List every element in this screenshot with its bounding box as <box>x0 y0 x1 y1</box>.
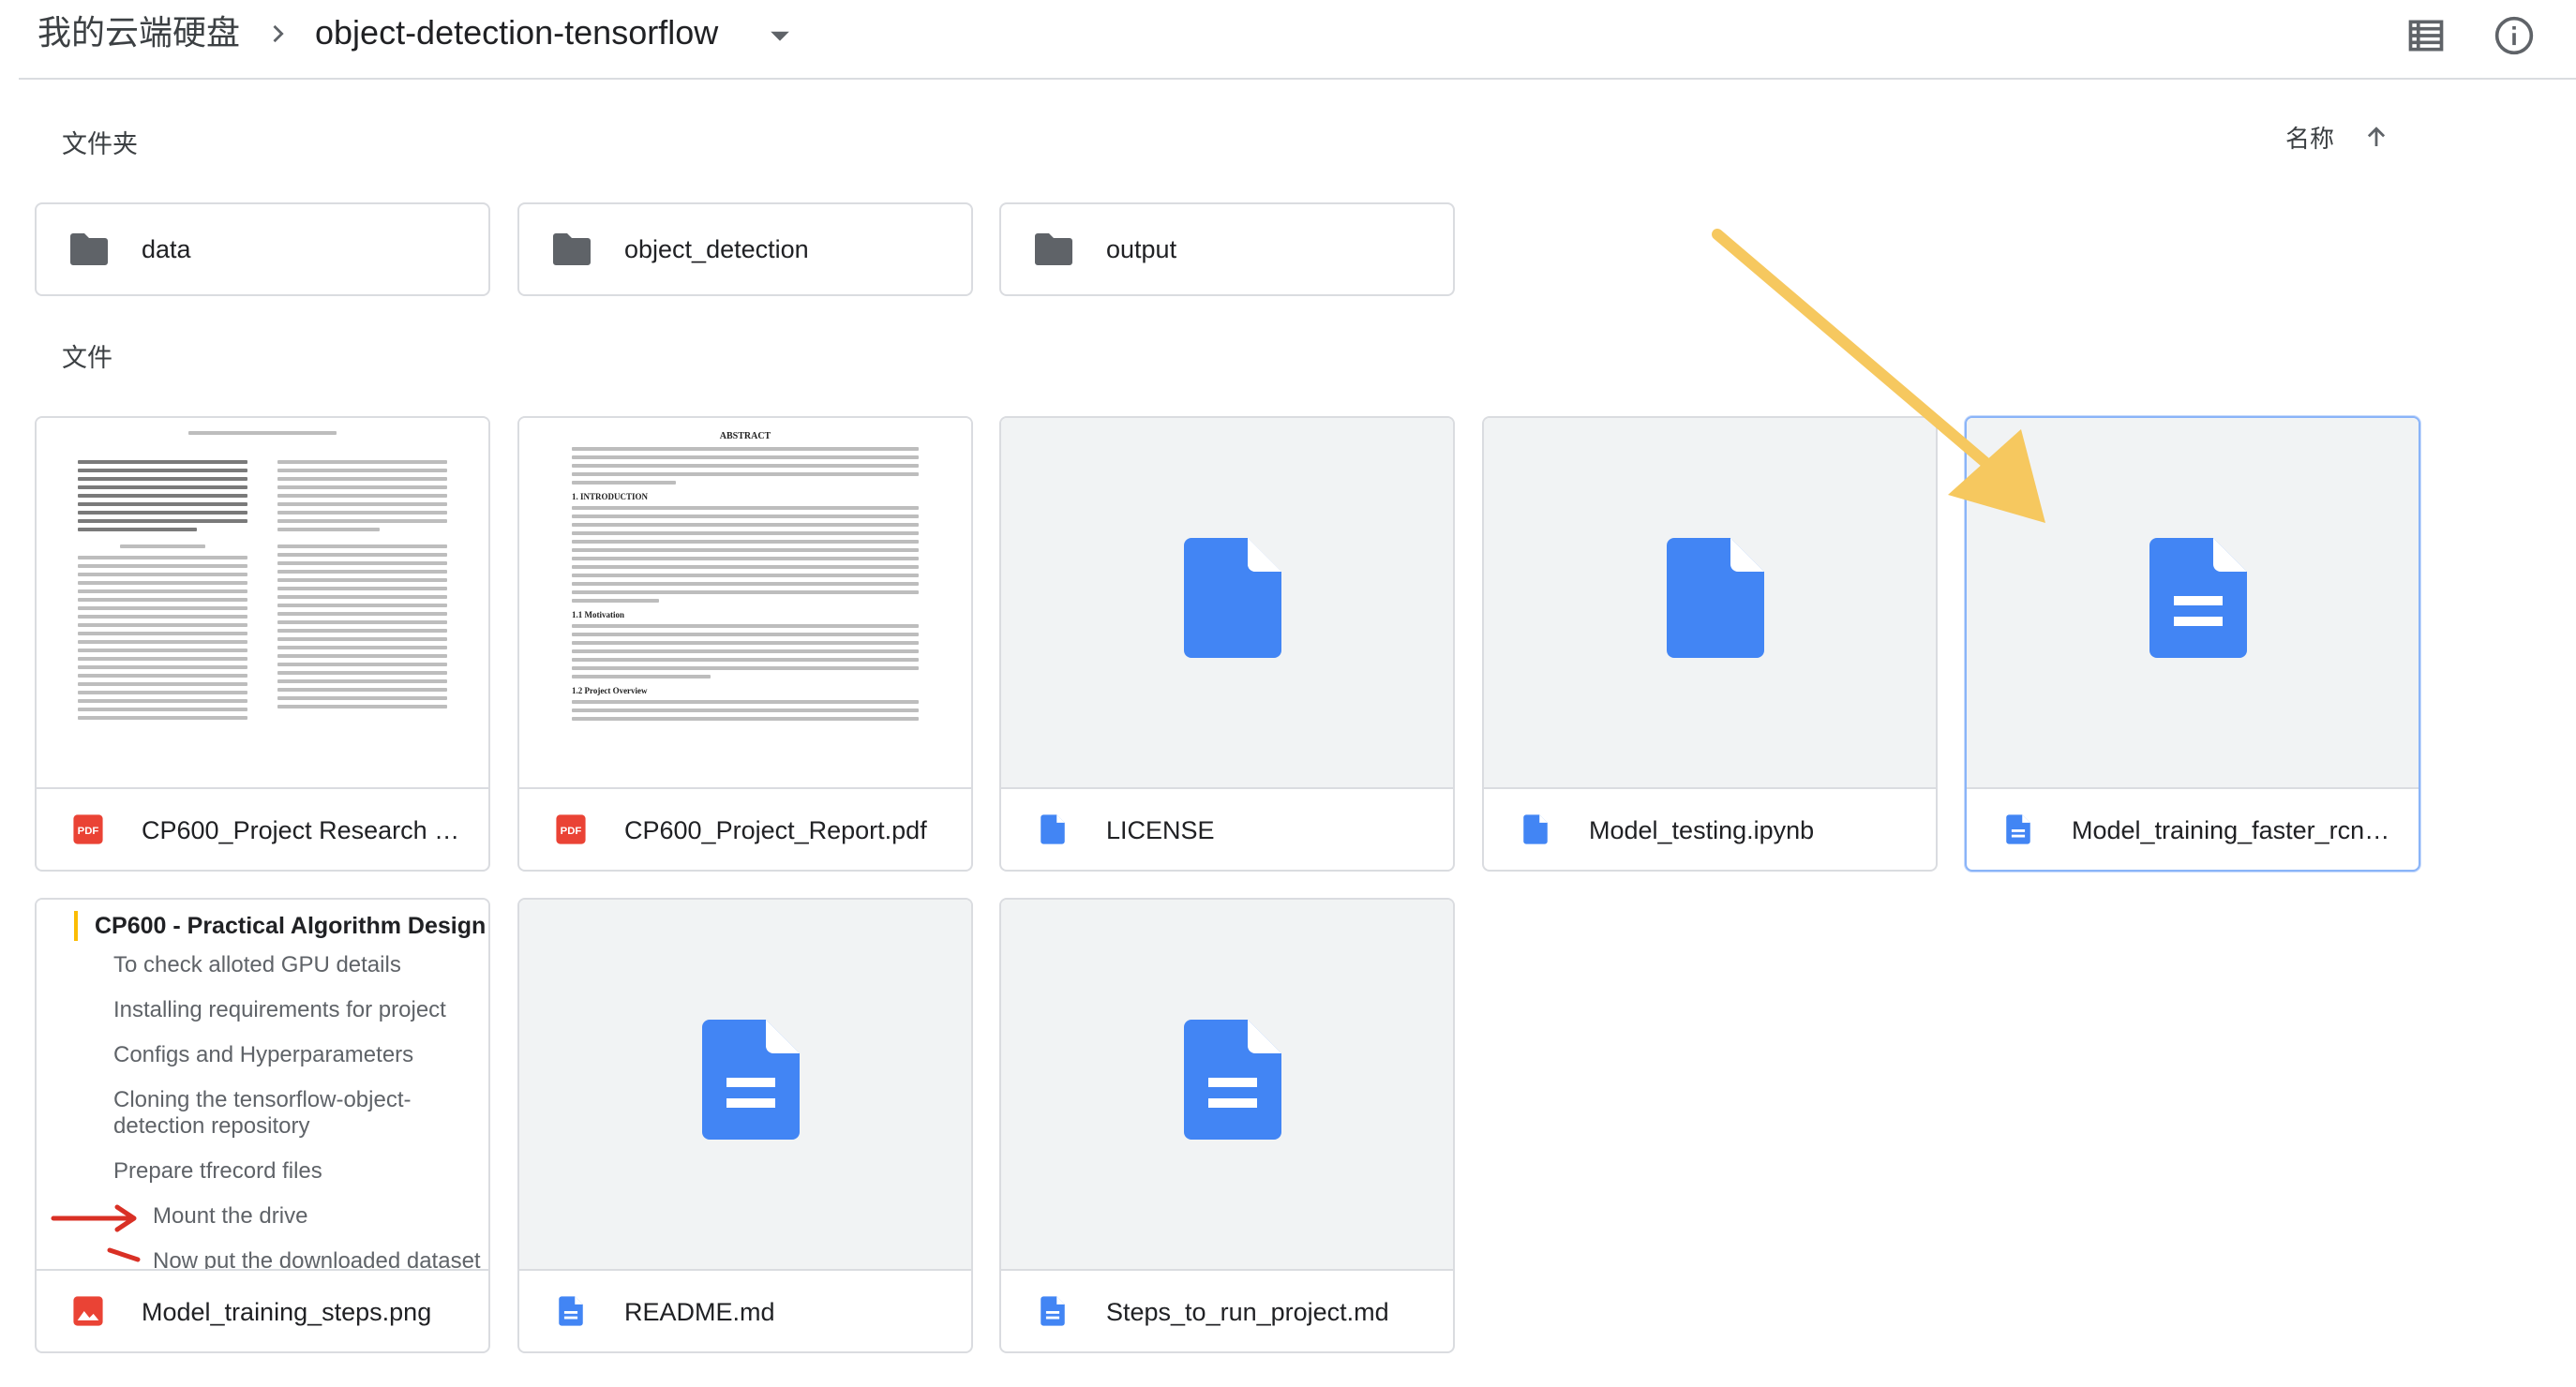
file-label: Model_testing.ipynb <box>1589 816 1815 844</box>
red-arrow-annotation <box>51 1204 137 1232</box>
pdf-thumbnail <box>37 418 488 787</box>
steps-thumb-item: Prepare tfrecord files <box>113 1158 322 1184</box>
file-card-research-paper[interactable]: PDF CP600_Project Research Pa... <box>35 416 490 872</box>
file-thumbnail <box>1001 900 1453 1269</box>
folder-output[interactable]: output <box>999 202 1455 296</box>
image-icon <box>73 1296 103 1326</box>
steps-thumb-item: Mount the drive <box>153 1203 308 1229</box>
docs-icon <box>1041 1296 1065 1326</box>
breadcrumb-current-folder[interactable]: object-detection-tensorflow <box>315 9 718 56</box>
file-thumbnail <box>519 900 971 1269</box>
folder-object-detection[interactable]: object_detection <box>517 202 973 296</box>
pdf-thumb-heading: ABSTRACT <box>719 431 771 441</box>
docs-icon <box>702 1020 800 1140</box>
dropdown-arrow-icon[interactable] <box>767 26 793 45</box>
generic-file-icon <box>1667 538 1764 658</box>
generic-file-icon <box>1041 814 1065 844</box>
file-card-steps-to-run[interactable]: Steps_to_run_project.md <box>999 898 1455 1353</box>
folders-section-label: 文件夹 <box>62 130 138 158</box>
pdf-thumbnail: ABSTRACT 1. INTRODUCTION 1.1 Motivation … <box>519 418 971 787</box>
docs-icon <box>559 1296 583 1326</box>
folder-label: output <box>1106 235 1177 263</box>
docs-icon <box>1184 1020 1281 1140</box>
steps-thumb-item: To check alloted GPU details <box>113 952 401 977</box>
file-card-project-report[interactable]: ABSTRACT 1. INTRODUCTION 1.1 Motivation … <box>517 416 973 872</box>
folder-label: object_detection <box>624 235 809 263</box>
red-arrow-annotation <box>107 1247 141 1262</box>
file-thumbnail <box>1967 418 2419 787</box>
file-label: README.md <box>624 1298 775 1326</box>
file-card-model-training-faster-rcnn[interactable]: Model_training_faster_rcnn.... <box>1965 416 2420 872</box>
file-card-readme[interactable]: README.md <box>517 898 973 1353</box>
info-icon[interactable] <box>2494 15 2535 56</box>
file-card-model-testing[interactable]: Model_testing.ipynb <box>1482 416 1938 872</box>
breadcrumb-root[interactable]: 我的云端硬盘 <box>37 9 240 56</box>
header-divider <box>19 78 2576 80</box>
pdf-thumb-section: 1.2 Project Overview <box>572 686 648 695</box>
pdf-thumb-section: 1. INTRODUCTION <box>572 492 649 501</box>
image-thumbnail: CP600 - Practical Algorithm Design To ch… <box>37 900 488 1269</box>
folder-label: data <box>142 235 191 263</box>
file-label: Model_training_faster_rcnn.... <box>2072 816 2394 844</box>
file-label: Steps_to_run_project.md <box>1106 1298 1389 1326</box>
svg-text:PDF: PDF <box>78 826 99 837</box>
pdf-thumb-section: 1.1 Motivation <box>572 610 624 619</box>
file-label: Model_training_steps.png <box>142 1298 432 1326</box>
steps-thumb-title: CP600 - Practical Algorithm Design <box>74 911 486 941</box>
folder-icon <box>553 233 591 265</box>
steps-thumb-item: Now put the downloaded dataset <box>153 1248 481 1269</box>
file-label: CP600_Project_Report.pdf <box>624 816 927 844</box>
generic-file-icon <box>1523 814 1548 844</box>
folder-data[interactable]: data <box>35 202 490 296</box>
steps-thumb-item: Configs and Hyperparameters <box>113 1042 414 1067</box>
file-thumbnail <box>1001 418 1453 787</box>
steps-thumb-item: Cloning the tensorflow-object-detection … <box>113 1087 412 1139</box>
docs-icon <box>2149 538 2247 658</box>
files-section-label: 文件 <box>62 344 112 372</box>
file-label: CP600_Project Research Pa... <box>142 816 464 844</box>
folder-icon <box>70 233 108 265</box>
svg-text:PDF: PDF <box>561 826 582 837</box>
chevron-right-icon <box>273 24 284 43</box>
folder-icon <box>1035 233 1072 265</box>
file-label: LICENSE <box>1106 816 1215 844</box>
list-view-icon[interactable] <box>2405 15 2447 56</box>
arrow-up-icon[interactable] <box>2362 123 2390 151</box>
sort-control[interactable]: 名称 <box>2285 120 2390 154</box>
file-thumbnail <box>1484 418 1936 787</box>
pdf-icon: PDF <box>556 814 586 844</box>
generic-file-icon <box>1184 538 1281 658</box>
file-card-model-training-steps[interactable]: CP600 - Practical Algorithm Design To ch… <box>35 898 490 1353</box>
steps-thumb-item: Installing requirements for project <box>113 997 446 1022</box>
docs-icon <box>2006 814 2030 844</box>
file-card-license[interactable]: LICENSE <box>999 416 1455 872</box>
sort-label: 名称 <box>2285 124 2335 153</box>
pdf-icon: PDF <box>73 814 103 844</box>
header-bar: 我的云端硬盘 object-detection-tensorflow <box>0 0 2576 80</box>
